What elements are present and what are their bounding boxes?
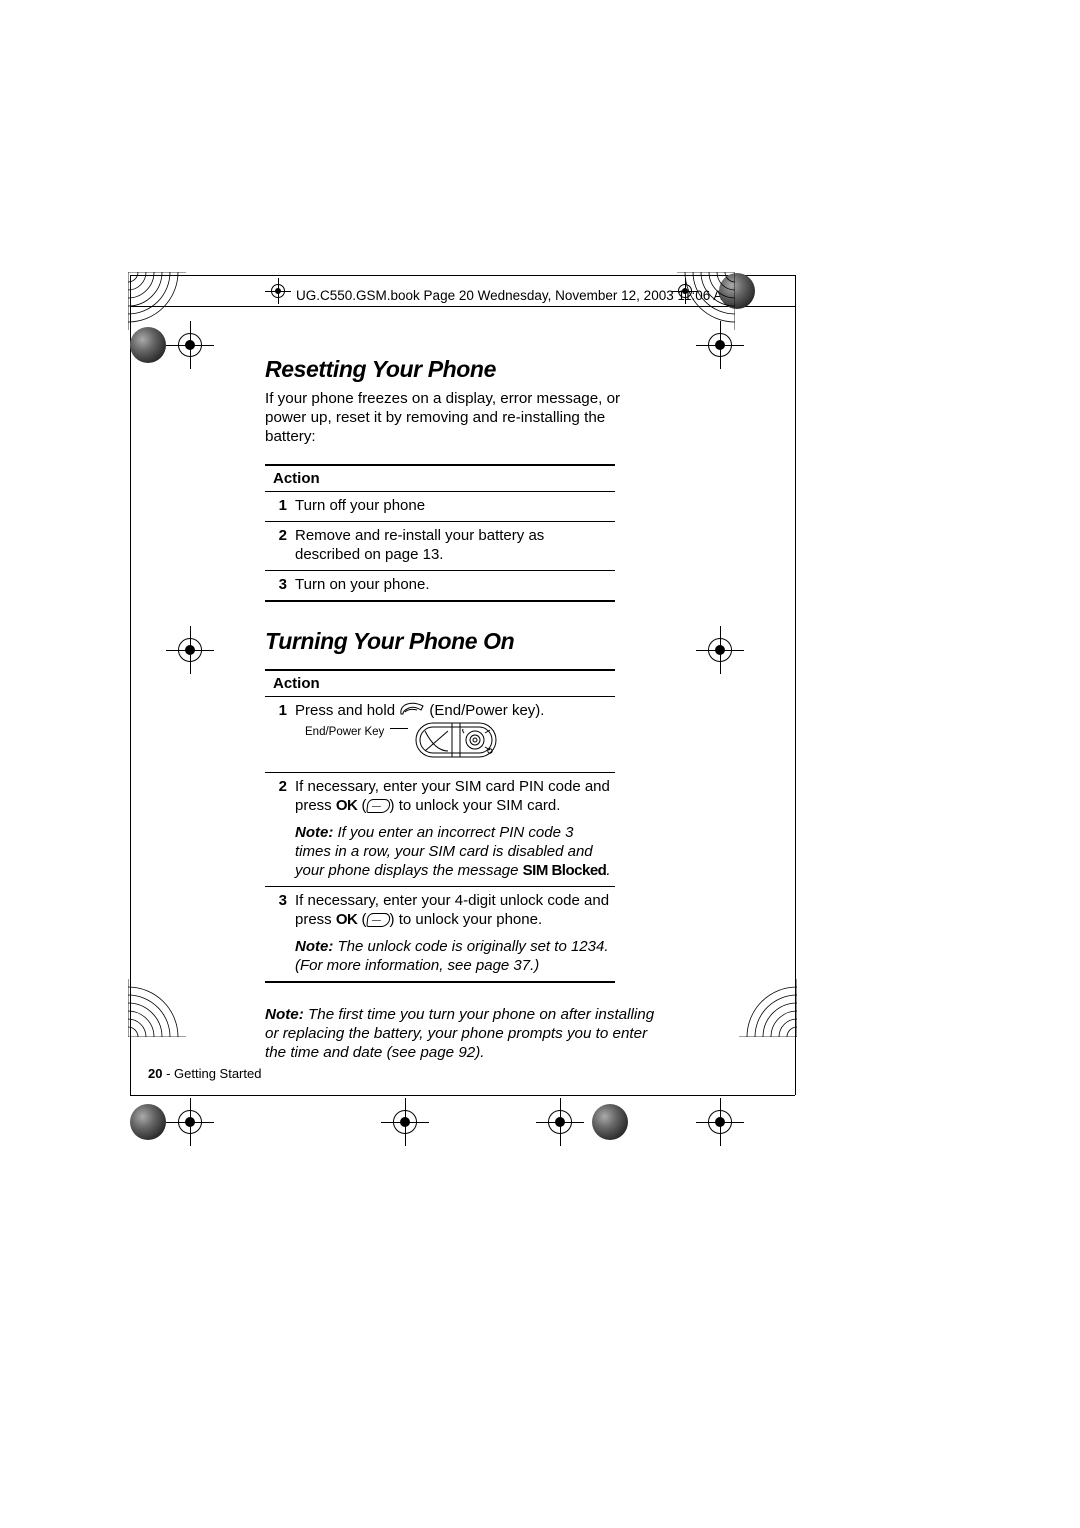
corner-fan-icon bbox=[679, 272, 735, 328]
table-header: Action bbox=[265, 671, 615, 696]
softkey-icon: — bbox=[366, 799, 390, 813]
corner-fan-icon bbox=[128, 981, 184, 1037]
table-header: Action bbox=[265, 466, 615, 491]
document-page: UG.C550.GSM.book Page 20 Wednesday, Nove… bbox=[0, 0, 1080, 1528]
step-number: 3 bbox=[269, 575, 287, 594]
corner-fan-icon bbox=[741, 981, 797, 1037]
table-row: 3 If necessary, enter your 4-digit unloc… bbox=[265, 886, 615, 981]
step-number: 2 bbox=[269, 526, 287, 564]
ok-label: OK bbox=[336, 911, 358, 928]
note-prefix: Note: bbox=[295, 938, 333, 955]
table-row: 1 Turn off your phone bbox=[265, 491, 615, 521]
registration-mark-icon bbox=[265, 278, 291, 304]
outro-note: Note: The first time you turn your phone… bbox=[265, 1005, 665, 1062]
crop-line-right bbox=[795, 275, 796, 1095]
table-row: 2 If necessary, enter your SIM card PIN … bbox=[265, 772, 615, 886]
heading-resetting: Resetting Your Phone bbox=[265, 356, 660, 383]
page-footer: 20 - Getting Started bbox=[148, 1066, 261, 1081]
table-row: 1 Press and hold (End/Power key). End/Po… bbox=[265, 696, 615, 772]
ok-label: OK bbox=[336, 797, 358, 814]
note-msg: SIM Blocked bbox=[523, 862, 607, 879]
note-body: The first time you turn your phone on af… bbox=[265, 1006, 654, 1061]
crop-line-bottom bbox=[130, 1095, 795, 1096]
phone-top-icon bbox=[415, 721, 497, 761]
paragraph: If your phone freezes on a display, erro… bbox=[265, 389, 660, 446]
text-part: Press and hold bbox=[295, 702, 399, 719]
footer-section: - Getting Started bbox=[162, 1066, 261, 1081]
action-table-reset: Action 1 Turn off your phone 2 Remove an… bbox=[265, 464, 615, 602]
step-text: Turn on your phone. bbox=[295, 575, 611, 594]
note-prefix: Note: bbox=[265, 1006, 304, 1023]
step-text: Press and hold (End/Power key). End/Powe… bbox=[295, 701, 611, 766]
step-number: 2 bbox=[269, 777, 287, 880]
text-part: (End/Power key). bbox=[429, 702, 544, 719]
note-tail: . bbox=[606, 862, 610, 879]
text-part: ) to unlock your SIM card. bbox=[390, 797, 561, 814]
sphere-icon bbox=[130, 1104, 166, 1140]
step-text: Turn off your phone bbox=[295, 496, 611, 515]
heading-turning-on: Turning Your Phone On bbox=[265, 628, 660, 655]
page-number: 20 bbox=[148, 1066, 162, 1081]
text-part: ) to unlock your phone. bbox=[390, 911, 543, 928]
note-body: The unlock code is originally set to 123… bbox=[295, 938, 608, 974]
step-text: If necessary, enter your 4-digit unlock … bbox=[295, 891, 611, 975]
crop-line-left bbox=[130, 275, 131, 1095]
step-number: 1 bbox=[269, 496, 287, 515]
table-row: 2 Remove and re-install your battery as … bbox=[265, 521, 615, 570]
action-table-poweron: Action 1 Press and hold (End/Power key).… bbox=[265, 669, 615, 983]
sphere-icon bbox=[592, 1104, 628, 1140]
registration-mark-icon bbox=[696, 626, 744, 674]
softkey-icon: — bbox=[366, 913, 390, 927]
table-row: 3 Turn on your phone. bbox=[265, 570, 615, 600]
registration-mark-icon bbox=[166, 321, 214, 369]
note-prefix: Note: bbox=[295, 824, 333, 841]
corner-fan-icon bbox=[128, 272, 184, 328]
registration-mark-icon bbox=[536, 1098, 584, 1146]
step-text: Remove and re-install your battery as de… bbox=[295, 526, 611, 564]
registration-mark-icon bbox=[696, 1098, 744, 1146]
step-text: If necessary, enter your SIM card PIN co… bbox=[295, 777, 611, 880]
page-content: Resetting Your Phone If your phone freez… bbox=[265, 356, 660, 1080]
page-header-meta: UG.C550.GSM.book Page 20 Wednesday, Nove… bbox=[296, 288, 734, 303]
registration-mark-icon bbox=[381, 1098, 429, 1146]
step-number: 3 bbox=[269, 891, 287, 975]
end-key-icon bbox=[399, 702, 425, 721]
illust-label: End/Power Key bbox=[305, 726, 384, 739]
sphere-icon bbox=[130, 327, 166, 363]
registration-mark-icon bbox=[166, 1098, 214, 1146]
step-number: 1 bbox=[269, 701, 287, 766]
phone-illustration: End/Power Key bbox=[305, 721, 497, 766]
registration-mark-icon bbox=[166, 626, 214, 674]
